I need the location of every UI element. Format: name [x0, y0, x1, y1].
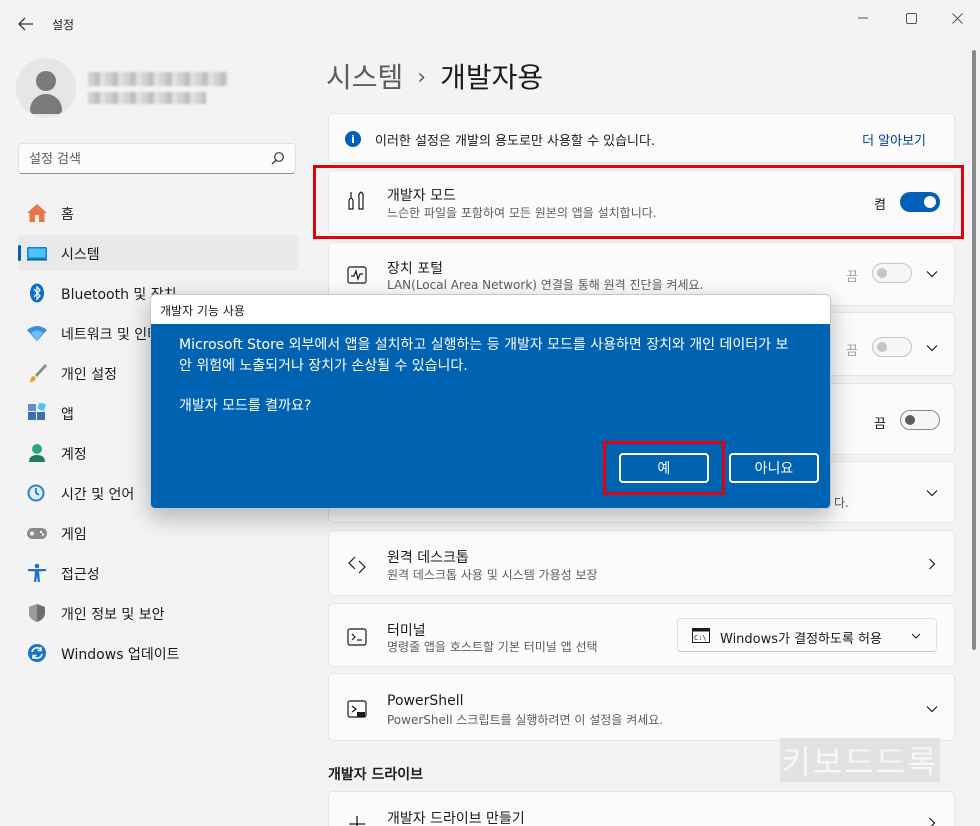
create-dev-drive-title: 개발자 드라이브 만들기: [387, 811, 525, 826]
sidebar-item-label: 접근성: [61, 567, 100, 583]
svg-text:C:\: C:\: [694, 634, 707, 642]
sidebar-item-gaming[interactable]: 게임: [18, 515, 298, 551]
blurred-user-name: [88, 72, 228, 86]
sidebar-item-label: 시간 및 언어: [61, 487, 135, 503]
shield-icon: [29, 604, 45, 622]
yes-button[interactable]: 예: [619, 453, 709, 483]
system-icon: [27, 247, 47, 261]
search-input[interactable]: [29, 149, 259, 169]
no-button[interactable]: 아니요: [729, 453, 819, 483]
sidebar-item-label: 앱: [61, 407, 74, 423]
add-icon: [349, 816, 365, 826]
dialog-message: Microsoft Store 외부에서 앱을 설치하고 실행하는 등 개발자 …: [179, 337, 789, 374]
breadcrumb: 시스템 › 개발자용: [326, 56, 543, 96]
dev-drive-section-title: 개발자 드라이브: [328, 767, 424, 783]
wifi-icon: [27, 326, 47, 341]
gamepad-icon: [27, 528, 47, 539]
device-portal-icon: [347, 266, 367, 284]
breadcrumb-separator: ›: [417, 65, 427, 90]
sidebar-item-system[interactable]: 시스템: [18, 235, 298, 271]
maximize-button[interactable]: [888, 8, 934, 28]
blurred-user-email: [88, 92, 206, 104]
remote-desktop-card[interactable]: 원격 데스크톱 원격 데스크톱 사용 및 시스템 가용성 보장: [328, 530, 955, 596]
chevron-down-icon: [926, 345, 938, 352]
minimize-icon: [858, 17, 868, 19]
search-icon: [271, 152, 284, 165]
highlight-box-developer-mode: [313, 165, 964, 239]
device-portal-title: 장치 포털: [387, 261, 443, 277]
chevron-right-icon: [929, 817, 936, 826]
bluetooth-icon: [30, 283, 44, 303]
chevron-down-icon: [911, 633, 921, 639]
app-title: 설정: [52, 18, 75, 32]
terminal-app-value: Windows가 결정하도록 허용: [720, 632, 882, 647]
breadcrumb-parent[interactable]: 시스템: [326, 61, 403, 94]
device-discovery-state: 끔: [846, 344, 858, 359]
setting-row-5-desc: 다.: [834, 496, 849, 510]
command-prompt-icon: C:\: [692, 628, 710, 643]
sidebar-item-label: 개인 설정: [61, 367, 117, 383]
terminal-title: 터미널: [387, 623, 426, 639]
close-button[interactable]: [934, 8, 980, 28]
chevron-down-icon: [926, 706, 938, 713]
remote-desktop-desc: 원격 데스크톱 사용 및 시스템 가용성 보장: [387, 568, 598, 582]
learn-more-link[interactable]: 더 알아보기: [862, 130, 926, 149]
terminal-app-dropdown[interactable]: C:\ Windows가 결정하도록 허용: [677, 618, 937, 652]
watermark: 키보드드록: [780, 738, 940, 782]
accessibility-icon: [28, 563, 46, 582]
create-dev-drive-card[interactable]: 개발자 드라이브 만들기: [328, 791, 955, 826]
chevron-down-icon: [926, 490, 938, 497]
account-icon: [29, 444, 45, 462]
update-icon: [28, 644, 46, 662]
chevron-right-icon: [929, 558, 936, 570]
maximize-icon: [905, 12, 917, 24]
page-title: 개발자용: [440, 61, 544, 94]
setting-row-4-state: 끔: [874, 417, 886, 432]
powershell-icon: [347, 700, 367, 718]
sidebar-item-label: 개인 정보 및 보안: [61, 607, 165, 623]
back-button[interactable]: [12, 12, 40, 36]
device-portal-toggle[interactable]: [872, 263, 912, 283]
powershell-title: PowerShell: [387, 693, 464, 709]
home-icon: [27, 204, 47, 222]
sidebar-item-home[interactable]: 홈: [18, 195, 298, 231]
device-portal-state: 끔: [846, 270, 858, 285]
time-language-icon: [27, 484, 45, 502]
dialog-question: 개발자 모드를 켤까요?: [179, 398, 312, 414]
remote-desktop-icon: [348, 556, 366, 574]
remote-desktop-title: 원격 데스크톱: [387, 550, 469, 566]
minimize-button[interactable]: [840, 8, 886, 28]
settings-search[interactable]: [18, 143, 296, 174]
info-icon: i: [345, 131, 361, 147]
chevron-down-icon: [926, 271, 938, 278]
arrow-left-icon: [18, 17, 33, 31]
sidebar-item-windows-update[interactable]: Windows 업데이트: [18, 635, 298, 671]
dialog-title: 개발자 기능 사용: [160, 304, 245, 318]
brush-icon: [29, 364, 47, 383]
device-portal-desc: LAN(Local Area Network) 연결을 통해 원격 진단을 켜세…: [387, 278, 704, 292]
sidebar-item-label: Windows 업데이트: [61, 647, 180, 663]
developer-features-dialog: 개발자 기능 사용 Microsoft Store 외부에서 앱을 설치하고 실…: [150, 294, 831, 509]
dialog-title-bar: 개발자 기능 사용: [151, 295, 830, 324]
user-profile[interactable]: [16, 58, 296, 118]
sidebar-item-label: 게임: [61, 527, 87, 543]
avatar: [16, 58, 76, 118]
apps-icon: [28, 403, 47, 420]
sidebar-item-label: 시스템: [61, 247, 100, 263]
sidebar-item-label: 계정: [61, 447, 87, 463]
close-icon: [951, 12, 963, 24]
terminal-icon: [347, 628, 367, 646]
info-banner: i 이러한 설정은 개발의 용도로만 사용할 수 있습니다. 더 알아보기: [328, 113, 955, 163]
sidebar-item-privacy[interactable]: 개인 정보 및 보안: [18, 595, 298, 631]
title-bar: 설정: [0, 0, 980, 48]
sidebar-item-label: 홈: [61, 207, 74, 223]
setting-row-4-toggle[interactable]: [900, 410, 940, 430]
powershell-card[interactable]: PowerShell PowerShell 스크립트를 실행하려면 이 설정을 …: [328, 673, 955, 741]
scrollbar[interactable]: [972, 50, 976, 650]
sidebar-item-accessibility[interactable]: 접근성: [18, 555, 298, 591]
terminal-desc: 명령줄 앱을 호스트할 기본 터미널 앱 선택: [387, 640, 598, 654]
powershell-desc: PowerShell 스크립트를 실행하려면 이 설정을 켜세요.: [387, 713, 664, 727]
device-discovery-toggle[interactable]: [872, 337, 912, 357]
info-text: 이러한 설정은 개발의 용도로만 사용할 수 있습니다.: [375, 134, 656, 149]
